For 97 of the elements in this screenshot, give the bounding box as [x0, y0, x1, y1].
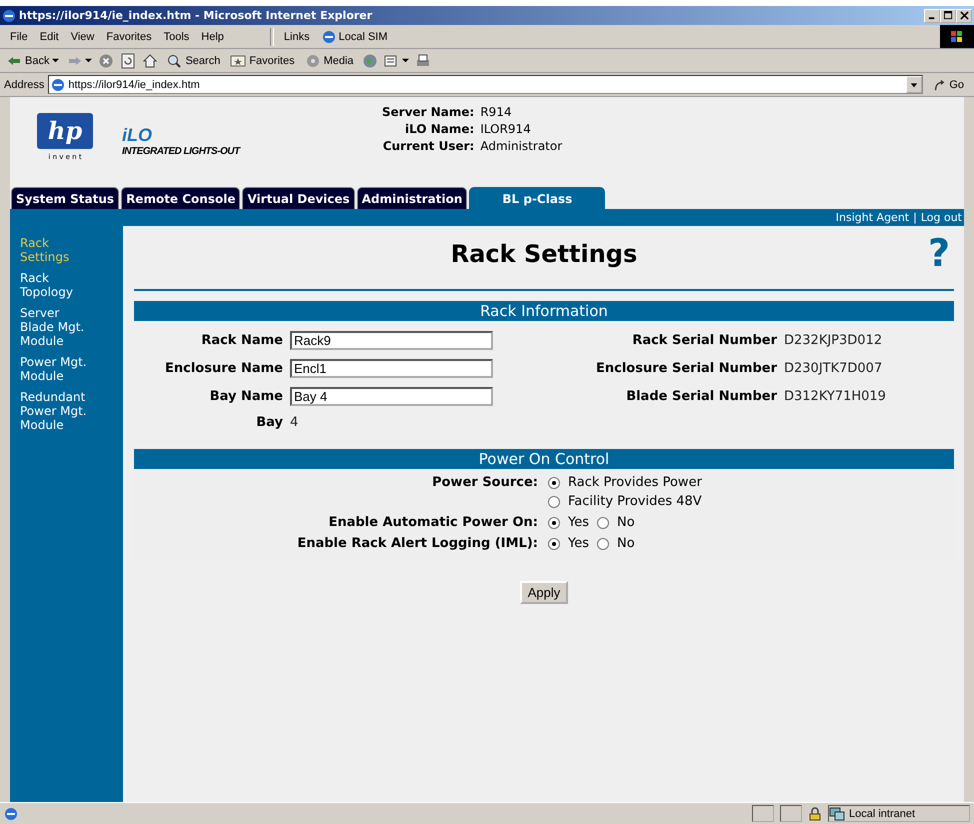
top-link[interactable]: Log out [920, 211, 962, 224]
home-icon[interactable] [142, 52, 158, 68]
refresh-icon[interactable] [120, 52, 136, 68]
maximize-icon [944, 11, 952, 20]
menu-item[interactable]: File [4, 30, 34, 42]
info-value: R914 [480, 105, 513, 119]
field-label: Rack Name [200, 333, 283, 348]
favorites-button[interactable]: Favorites [228, 52, 297, 68]
page-icon [4, 806, 18, 820]
text-field[interactable]: Rack9 [290, 331, 493, 350]
menu-item[interactable]: Edit [34, 30, 65, 42]
link-button[interactable]: Local SIM [316, 30, 394, 44]
radio-option[interactable]: Rack Provides Power [548, 475, 954, 490]
print-icon[interactable] [414, 52, 431, 68]
radio-option[interactable]: No [597, 536, 635, 551]
serial-value: D312KY71H019 [784, 389, 887, 404]
sidebar-link[interactable]: Rack Topology [20, 271, 96, 299]
nav-tab[interactable]: BL p-Class [469, 187, 606, 209]
search-button[interactable]: Search [164, 52, 222, 68]
field-label: Bay Name [208, 389, 283, 404]
search-icon [166, 52, 182, 68]
windows-logo-icon [940, 25, 974, 48]
field-value: 4 [290, 415, 300, 430]
text-field[interactable]: Encl1 [290, 359, 493, 378]
help-link[interactable]: ? [928, 234, 950, 272]
sidebar-link[interactable]: Server Blade Mgt. Module [20, 306, 96, 348]
apply-button[interactable]: Apply [520, 581, 568, 604]
setting-label: Enable Automatic Power On: [328, 515, 538, 530]
section-header: Rack Information [134, 301, 954, 321]
logo-badge: hp [37, 113, 93, 149]
info-value: ILOR914 [480, 122, 532, 136]
menu-item[interactable]: Help [195, 30, 230, 42]
window-title: https://ilor914/ie_index.htm - Microsoft Internet Explorer [19, 9, 374, 22]
sidebar-link[interactable]: Rack Settings [20, 236, 96, 264]
status-pane [752, 805, 774, 822]
address-field[interactable]: https://ilor914/ie_index.htm [48, 75, 924, 94]
links-label: Links [282, 30, 311, 42]
radio-button[interactable] [548, 516, 560, 528]
nav-tab[interactable]: Remote Console [121, 187, 240, 209]
serial-value: D230JTK7D007 [784, 361, 884, 376]
disc-icon [304, 52, 321, 68]
close-icon [960, 11, 968, 20]
back-button[interactable]: Back [4, 52, 62, 68]
nav-tab[interactable]: Administration [356, 187, 468, 209]
caret-icon [85, 57, 92, 64]
info-label: Server Name: [382, 105, 474, 119]
browser-icon [322, 30, 336, 44]
setting-label: Enable Rack Alert Logging (IML): [296, 536, 538, 551]
menu-item[interactable]: Tools [158, 30, 196, 42]
radio-option[interactable]: Yes [548, 515, 589, 530]
serial-label: Enclosure Serial Number [595, 361, 777, 376]
sidebar-link[interactable]: Redundant Power Mgt. Module [20, 390, 96, 432]
nav-tab[interactable]: System Status [11, 187, 120, 209]
status-pane [780, 805, 802, 822]
serial-label: Rack Serial Number [631, 333, 777, 348]
section-header: Power On Control [134, 449, 954, 469]
intranet-icon [829, 806, 845, 820]
serial-label: Blade Serial Number [625, 389, 777, 404]
stop-icon[interactable] [98, 52, 114, 68]
radio-button[interactable] [597, 538, 609, 550]
radio-button[interactable] [597, 516, 609, 528]
info-value: Administrator [480, 139, 562, 153]
address-label: Address [4, 78, 44, 90]
caret-icon [402, 57, 409, 64]
info-label: iLO Name: [404, 122, 474, 136]
info-label: Current User: [382, 139, 474, 153]
page-title: Rack Settings [450, 240, 638, 268]
zone-label: Local intranet [849, 808, 916, 820]
caret-icon [52, 57, 60, 64]
radio-button[interactable] [548, 496, 560, 508]
go-button[interactable]: Go [927, 78, 970, 92]
text-field[interactable]: Bay 4 [290, 387, 493, 406]
radio-button[interactable] [548, 538, 560, 550]
field-label: Bay [255, 415, 283, 430]
top-link[interactable]: Insight Agent [836, 211, 910, 224]
serial-value: D232KJP3D012 [784, 333, 884, 348]
star-folder-icon [230, 52, 246, 68]
maximize-button[interactable] [940, 8, 956, 22]
radio-option[interactable]: No [597, 515, 635, 530]
sidebar-link[interactable]: Power Mgt. Module [20, 355, 96, 383]
lock-icon [808, 806, 822, 820]
radio-option[interactable]: Yes [548, 536, 589, 551]
nav-tab[interactable]: Virtual Devices [242, 187, 355, 209]
media-button[interactable]: Media [302, 52, 356, 68]
setting-label: Power Source: [431, 475, 538, 492]
product-subtitle: INTEGRATED LIGHTS-OUT [122, 146, 242, 157]
product-name: iLO [122, 125, 153, 146]
browser-icon [51, 78, 66, 92]
menu-item[interactable]: View [64, 30, 100, 42]
close-button[interactable] [956, 8, 972, 22]
radio-option[interactable]: Facility Provides 48V [548, 494, 954, 509]
field-label: Enclosure Name [164, 361, 283, 376]
menu-item[interactable]: Favorites [100, 30, 158, 42]
minimize-button[interactable] [924, 8, 940, 22]
browser-icon [2, 8, 16, 22]
link-separator: | [913, 211, 917, 224]
radio-button[interactable] [548, 476, 560, 488]
